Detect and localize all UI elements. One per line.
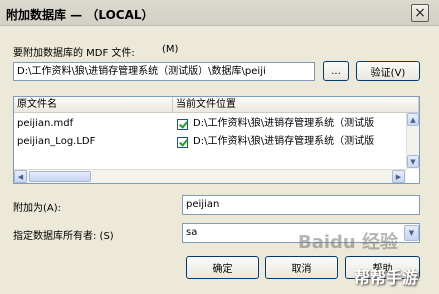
- site-watermark: 帮帮手游: [354, 268, 419, 287]
- cancel-button[interactable]: 取消: [265, 256, 338, 279]
- mdf-file-label: 要附加数据库的 MDF 文件:: [13, 48, 135, 59]
- list-header: 原文件名 当前文件位置: [14, 97, 419, 113]
- browse-button-label: ...: [331, 65, 341, 77]
- table-row[interactable]: peijian_Log.LDF D:\工作资料\狼\进销存管理系统（测试版: [14, 134, 406, 151]
- file-name-cell: peijian_Log.LDF: [17, 136, 96, 147]
- arrow-left-icon: ◀: [17, 172, 24, 181]
- mdf-path-input[interactable]: D:\工作资料\狼\进销存管理系统（测试版）\数据库\peiji: [13, 62, 315, 81]
- cancel-button-label: 取消: [291, 264, 312, 275]
- arrow-down-icon: ▼: [410, 157, 416, 166]
- horizontal-scroll-thumb[interactable]: [29, 171, 91, 182]
- column-header-original-name[interactable]: 原文件名: [14, 97, 173, 113]
- owner-dropdown-button[interactable]: ▼: [404, 225, 419, 241]
- owner-selected-value: sa: [186, 227, 198, 238]
- attach-database-dialog: 附加数据库 — （LOCAL） × 要附加数据库的 MDF 文件: (M) D:…: [0, 0, 439, 294]
- attach-as-label: 附加为(A):: [13, 203, 62, 214]
- verify-button[interactable]: 验证(V): [356, 61, 420, 81]
- vertical-scrollbar[interactable]: ▲ ▼: [406, 113, 419, 169]
- scroll-down-button[interactable]: ▼: [407, 155, 419, 168]
- arrow-right-icon: ▶: [395, 172, 402, 181]
- row-checkbox[interactable]: [177, 137, 188, 148]
- mdf-shortcut-label: (M): [162, 44, 179, 55]
- owner-label: 指定数据库所有者: (S): [13, 231, 114, 242]
- scroll-up-button[interactable]: ▲: [407, 113, 419, 126]
- horizontal-scrollbar[interactable]: ◀ ▶: [14, 169, 406, 183]
- file-location-cell: D:\工作资料\狼\进销存管理系统（测试版: [193, 118, 375, 129]
- row-checkbox[interactable]: [177, 119, 188, 130]
- verify-button-label: 验证(V): [370, 67, 406, 79]
- ok-button-label: 确定: [212, 264, 233, 275]
- browse-button[interactable]: ...: [323, 61, 349, 81]
- baidu-watermark: Baidu 经验: [298, 232, 399, 253]
- title-bar: 附加数据库 — （LOCAL） ×: [0, 0, 439, 26]
- file-name-cell: peijian.mdf: [17, 118, 74, 129]
- table-row[interactable]: peijian.mdf D:\工作资料\狼\进销存管理系统（测试版: [14, 116, 406, 133]
- attach-as-input[interactable]: peijian: [182, 195, 420, 215]
- chevron-down-icon: ▼: [408, 229, 415, 237]
- dialog-title: 附加数据库 — （LOCAL）: [6, 8, 154, 22]
- database-files-list[interactable]: 原文件名 当前文件位置 peijian.mdf D:\工作资料\狼\进销存管理系…: [13, 96, 420, 184]
- close-icon: ×: [414, 5, 426, 21]
- scroll-left-button[interactable]: ◀: [14, 170, 27, 183]
- arrow-up-icon: ▲: [410, 115, 416, 124]
- scroll-right-button[interactable]: ▶: [392, 170, 405, 183]
- column-header-current-location[interactable]: 当前文件位置: [173, 97, 419, 113]
- file-location-cell: D:\工作资料\狼\进销存管理系统（测试版: [193, 136, 375, 147]
- close-button[interactable]: ×: [411, 4, 429, 22]
- ok-button[interactable]: 确定: [186, 256, 259, 279]
